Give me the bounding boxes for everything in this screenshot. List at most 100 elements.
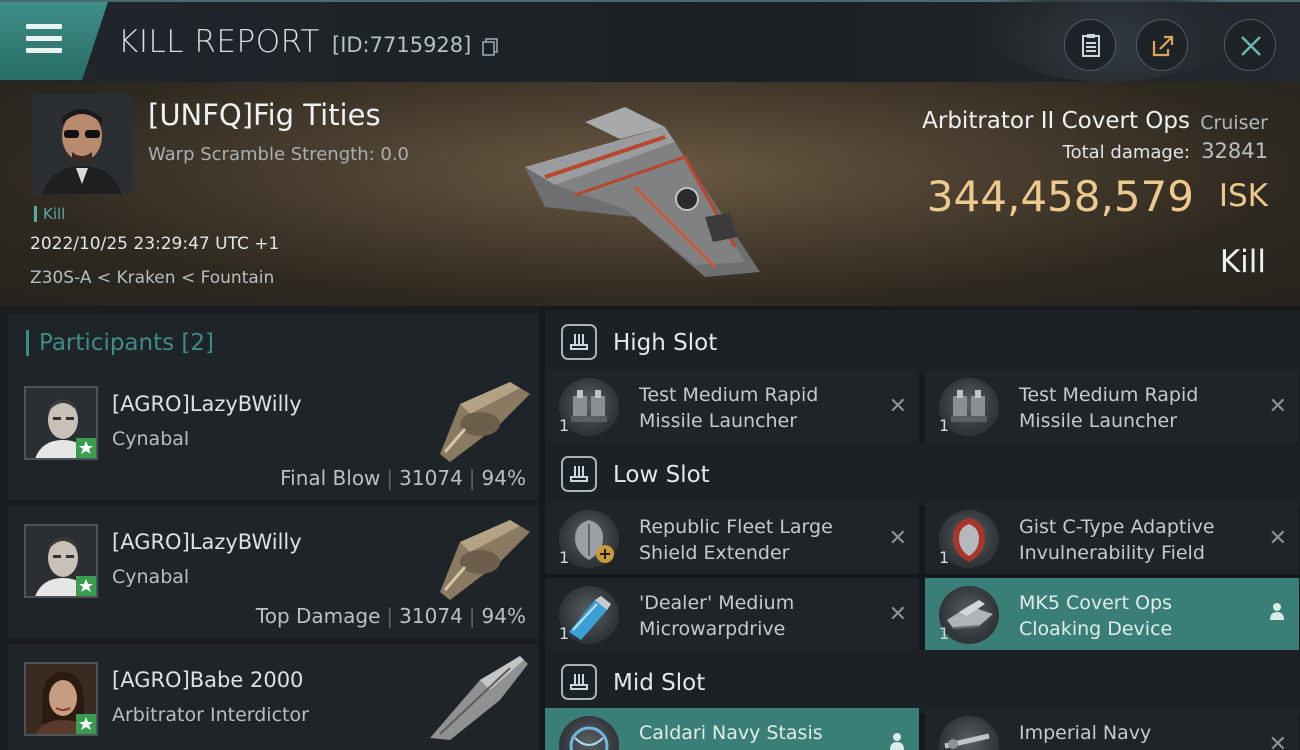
participant-ship-image [440,520,530,600]
module-name: Imperial Navy [1019,722,1152,744]
navy-module-icon [939,716,999,750]
total-damage-value: 32841 [1201,139,1268,163]
destroyed-x-icon: ✕ [1268,526,1287,551]
close-icon [1241,36,1261,56]
total-damage-label: Total damage: [1062,142,1190,163]
header-bar: KILL REPORT [ID:7715928] [0,0,1300,82]
kill-location[interactable]: Z30S-A < Kraken < Fountain [30,268,274,288]
result-label: Kill [1219,244,1266,280]
participant-damage-percent: 94% [481,466,526,490]
destroyed-x-icon: ✕ [1268,732,1287,750]
destroyed-x-icon: ✕ [888,394,907,419]
stasis-webifier-icon [559,716,619,750]
participant-ship-image [430,656,528,740]
clipboard-button[interactable] [1064,19,1116,71]
module-name: Caldari Navy Stasis [639,722,823,744]
participant-avatar [24,524,98,598]
participant-ship: Arbitrator Interdictor [112,704,309,726]
low-slot-icon [561,456,597,492]
high-slot-header: High Slot [545,310,1300,374]
participant-damage: 31074 [399,604,463,628]
destroyed-x-icon: ✕ [888,526,907,551]
module-name: Test Medium Rapid Missile Launcher [639,384,819,432]
module-name: 'Dealer' Medium Microwarpdrive [639,592,795,640]
hamburger-icon [26,24,62,54]
module-item[interactable]: 1 Imperial Navy ✕ [925,708,1299,750]
module-quantity: 1 [939,416,950,435]
mid-slot-header: Mid Slot [545,650,1300,714]
module-item[interactable]: 1 Republic Fleet Large Shield Extender ✕ [545,502,919,574]
module-quantity: 1 [559,548,570,567]
warp-scramble-strength: Warp Scramble Strength: 0.0 [148,144,410,165]
module-item[interactable]: 1 MK5 Covert Ops Cloaking Device [925,578,1299,650]
high-slot-label: High Slot [613,330,718,356]
share-button[interactable] [1136,19,1188,71]
participants-title: Participants [2] [26,330,214,356]
participant-name[interactable]: [AGRO]LazyBWilly [112,392,302,416]
participant-name[interactable]: [AGRO]Babe 2000 [112,668,303,692]
menu-button[interactable] [0,2,108,80]
victim-ship-image[interactable] [515,97,775,287]
participant-name[interactable]: [AGRO]LazyBWilly [112,530,302,554]
module-item[interactable]: 1 Caldari Navy Stasis [545,708,919,750]
destroyed-x-icon: ✕ [1268,394,1287,419]
module-item[interactable]: 1 Test Medium Rapid Missile Launcher ✕ [925,370,1299,442]
participants-count: [2] [181,330,215,356]
victim-avatar[interactable] [32,94,132,194]
share-icon [1152,35,1174,57]
isk-value: 344,458,579 [926,172,1194,221]
module-quantity: 1 [559,416,570,435]
kill-id: [ID:7715928] [332,33,472,57]
module-name: Test Medium Rapid Missile Launcher [1019,384,1199,432]
module-item[interactable]: 1 Gist C-Type Adaptive Invulnerability F… [925,502,1299,574]
star-icon [76,714,96,734]
star-icon [76,576,96,596]
module-item[interactable]: 1 Test Medium Rapid Missile Launcher ✕ [545,370,919,442]
clipboard-icon [1082,34,1100,57]
pilot-portrait [32,94,132,194]
mid-slot-icon [561,664,597,700]
participant-row[interactable]: [AGRO]Babe 2000 Arbitrator Interdictor [8,644,538,750]
module-name: Republic Fleet Large Shield Extender [639,516,833,564]
participant-avatar [24,662,98,736]
isk-unit: ISK [1218,178,1268,214]
mid-slot-label: Mid Slot [613,670,706,696]
participant-role: Top Damage [255,604,381,628]
participant-damage: 31074 [399,466,463,490]
kill-tag: Kill [34,206,65,222]
victim-name[interactable]: [UNFQ]Fig Tities [148,98,381,132]
dropped-person-icon [890,733,904,750]
participants-title-text: Participants [39,330,175,356]
module-name: MK5 Covert Ops Cloaking Device [1019,592,1173,640]
module-quantity: 1 [939,624,950,643]
participant-damage-percent: 94% [481,604,526,628]
star-icon [76,438,96,458]
participants-header: Participants [2] [8,314,538,370]
participant-stats: Top Damage | 31074 | 94% [255,604,526,628]
high-slot-icon [561,324,597,360]
destroyed-x-icon: ✕ [888,602,907,627]
module-item[interactable]: 1 'Dealer' Medium Microwarpdrive ✕ [545,578,919,650]
copy-icon[interactable] [482,38,498,56]
participant-role: Final Blow [280,466,381,490]
module-quantity: 1 [939,548,950,567]
module-quantity: 1 [559,624,570,643]
participant-row[interactable]: [AGRO]LazyBWilly Cynabal Top Damage | 3107… [8,506,538,638]
participant-avatar [24,386,98,460]
page-title: KILL REPORT [118,24,320,60]
participant-ship: Cynabal [112,566,190,588]
kill-datetime: 2022/10/25 23:29:47 UTC +1 [30,234,280,254]
victim-ship-class: Cruiser [1200,112,1268,134]
low-slot-label: Low Slot [613,462,710,488]
participant-ship-image [440,382,530,462]
participant-row[interactable]: [AGRO]LazyBWilly Cynabal Final Blow | 3107… [8,368,538,500]
dropped-person-icon [1270,603,1284,620]
victim-banner: [UNFQ]Fig Tities Warp Scramble Strength:… [0,82,1300,306]
fitting-panel: High Slot 1 Test Medium Rapid Missile La… [545,306,1300,750]
participant-stats: Final Blow | 31074 | 94% [280,466,526,490]
victim-ship-name[interactable]: Arbitrator II Covert Ops [922,108,1190,134]
close-button[interactable] [1224,19,1276,71]
participants-panel: Participants [2] [AGRO]LazyBWilly Cynaba… [0,306,540,750]
module-name: Gist C-Type Adaptive Invulnerability Fie… [1019,516,1215,564]
low-slot-header: Low Slot [545,442,1300,506]
